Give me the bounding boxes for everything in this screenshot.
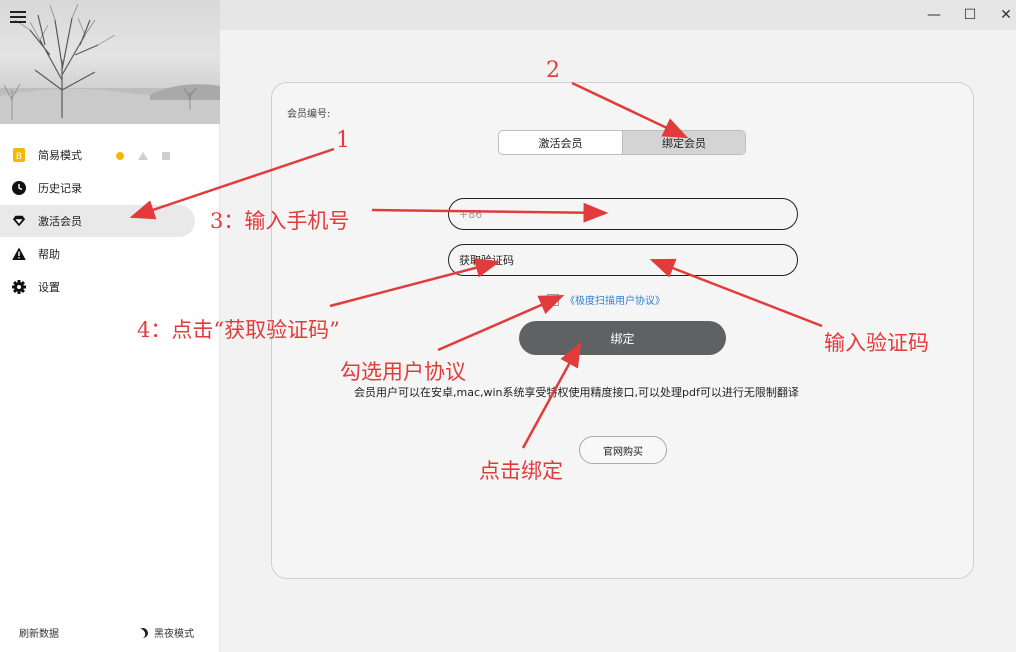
banner-image — [0, 0, 220, 124]
member-number-label: 会员编号: — [287, 109, 331, 120]
sidebar-item-label: 简易模式 — [38, 149, 82, 162]
warning-icon — [12, 247, 26, 261]
menu-icon[interactable] — [10, 9, 28, 25]
triangle-icon[interactable] — [138, 152, 148, 160]
sidebar-item-label: 设置 — [38, 281, 60, 294]
verification-code-input[interactable] — [448, 244, 798, 276]
tab-activate-member[interactable]: 激活会员 — [499, 131, 622, 154]
svg-text:B: B — [16, 152, 22, 162]
agreement-checkbox[interactable] — [547, 293, 559, 306]
annotation-check-agreement: 勾选用户协议 — [340, 360, 466, 384]
sidebar-item-settings[interactable]: 设置 — [0, 271, 195, 303]
annotation-enter-code: 输入验证码 — [824, 331, 929, 355]
minimize-icon[interactable]: — — [923, 4, 945, 26]
moon-icon — [137, 626, 150, 639]
yellow-dot-icon[interactable] — [116, 152, 124, 160]
diamond-icon — [12, 214, 26, 228]
official-buy-button[interactable]: 官网购买 — [579, 436, 667, 464]
annotation-step-2: 2 — [546, 58, 560, 83]
maximize-icon[interactable]: ☐ — [959, 4, 981, 26]
tab-bind-member[interactable]: 绑定会员 — [622, 131, 745, 154]
dark-mode-label: 黑夜模式 — [154, 629, 194, 640]
close-icon[interactable]: ✕ — [995, 4, 1016, 26]
title-bar: — ☐ ✕ — [220, 0, 1016, 30]
agreement-link[interactable]: 《极度扫描用户协议》 — [565, 292, 665, 307]
clock-icon — [12, 181, 26, 195]
sidebar-item-label: 帮助 — [38, 248, 60, 261]
b-badge-icon: B — [12, 148, 26, 162]
sidebar-item-help[interactable]: 帮助 — [0, 238, 195, 270]
annotation-step-3: 3：输入手机号 — [210, 209, 350, 233]
refresh-data-button[interactable]: 刷新数据 — [19, 625, 59, 640]
sidebar-item-label: 历史记录 — [38, 182, 82, 195]
annotation-click-bind: 点击绑定 — [479, 459, 563, 483]
member-tabs: 激活会员 绑定会员 — [498, 130, 746, 155]
sidebar-item-history[interactable]: 历史记录 — [0, 172, 195, 204]
phone-input[interactable] — [448, 198, 798, 230]
sidebar-item-activate-member[interactable]: 激活会员 — [0, 205, 195, 237]
gear-icon — [12, 280, 26, 294]
annotation-step-1: 1 — [336, 128, 350, 153]
sidebar-item-label: 激活会员 — [38, 215, 82, 228]
bind-button[interactable]: 绑定 — [519, 321, 726, 355]
square-icon[interactable] — [162, 152, 170, 160]
mode-indicators — [116, 152, 170, 160]
dark-mode-toggle[interactable]: 黑夜模式 — [138, 625, 194, 640]
member-description: 会员用户可以在安卓,mac,win系统享受特权使用精度接口,可以处理pdf可以进… — [354, 386, 799, 399]
agreement-row: 《极度扫描用户协议》 — [547, 292, 665, 307]
annotation-step-4: 4：点击“获取验证码” — [137, 318, 340, 342]
